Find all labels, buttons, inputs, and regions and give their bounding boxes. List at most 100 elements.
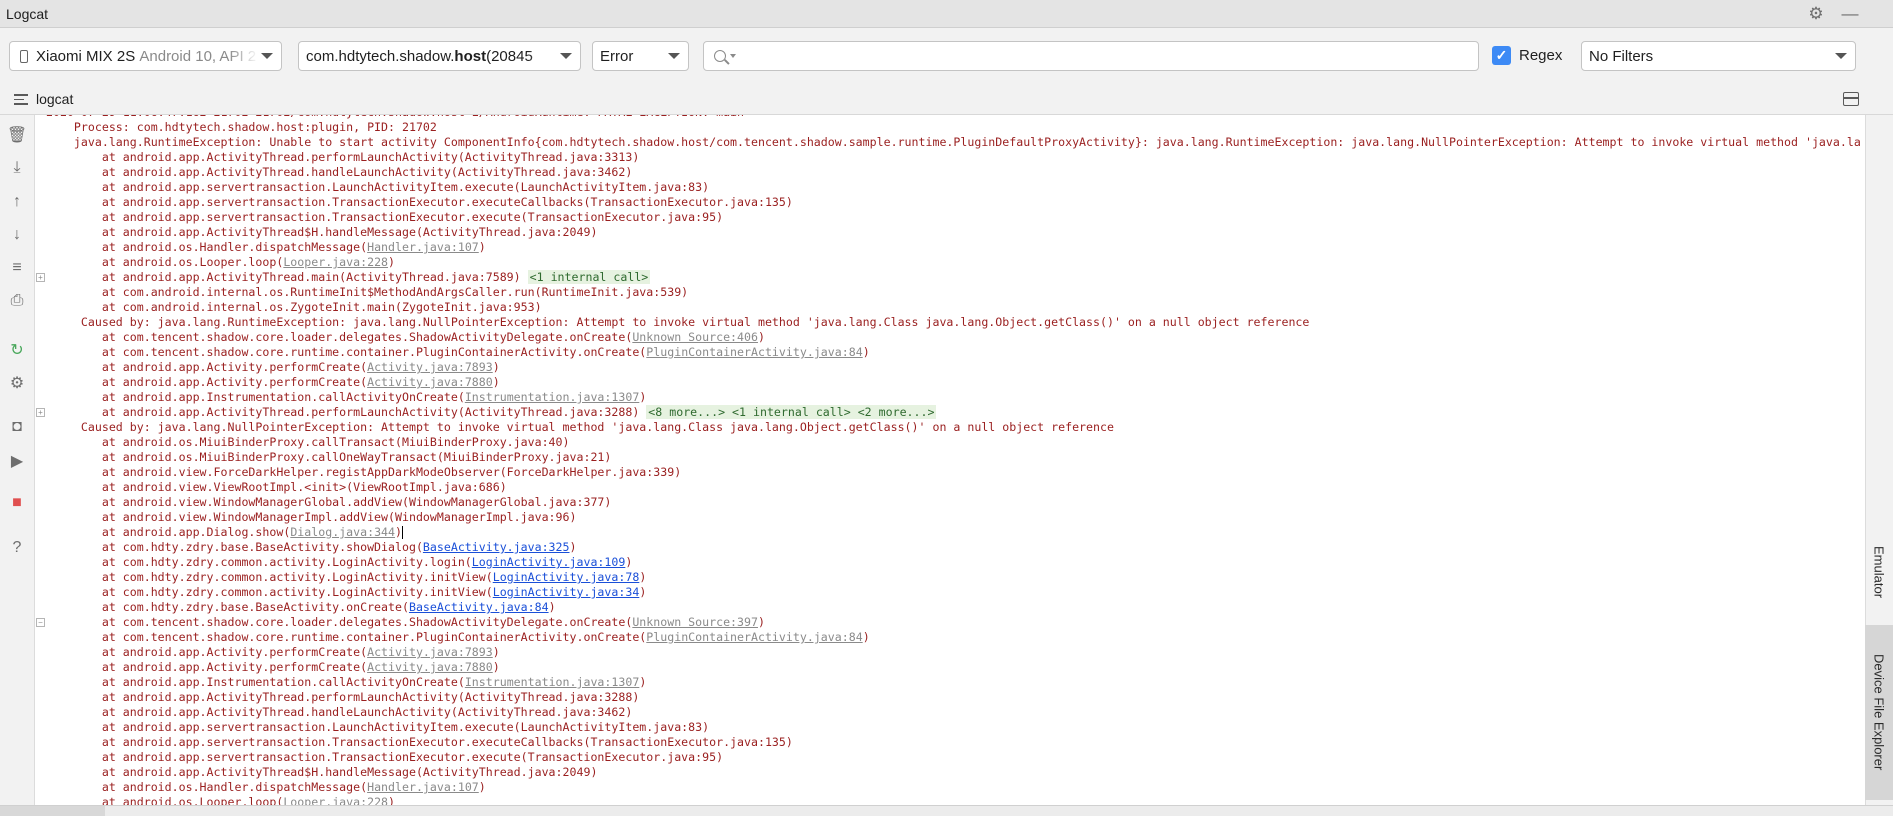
log-text: at com.tencent.shadow.core.runtime.conta… bbox=[46, 345, 647, 359]
log-text: Caused by: java.lang.NullPointerExceptio… bbox=[46, 420, 1114, 434]
log-text: at android.app.servertransaction.Transac… bbox=[46, 195, 793, 209]
log-text: at android.app.ActivityThread$H.handleMe… bbox=[46, 765, 598, 779]
log-text: at android.app.Dialog.show( bbox=[46, 525, 291, 539]
log-line: at com.tencent.shadow.core.runtime.conta… bbox=[46, 345, 870, 360]
search-history-icon[interactable] bbox=[730, 54, 736, 58]
help-icon[interactable]: ? bbox=[7, 538, 27, 558]
log-text: ) bbox=[492, 375, 500, 389]
chevron-down-icon bbox=[1835, 53, 1847, 59]
device-selector[interactable]: Xiaomi MIX 2S Android 10, API 2 bbox=[9, 41, 282, 71]
tab-device-file-explorer-label: Device File Explorer bbox=[1871, 654, 1887, 771]
expand-fold-icon[interactable]: + bbox=[36, 273, 45, 282]
log-output[interactable]: 2020-07-29 11:06:47.162 21702-21702/com.… bbox=[36, 115, 1865, 805]
log-line: at android.app.ActivityThread.main(Activ… bbox=[46, 270, 651, 285]
log-text: ) bbox=[862, 630, 870, 644]
source-link[interactable]: BaseActivity.java:84 bbox=[409, 600, 549, 614]
search-input[interactable] bbox=[703, 41, 1479, 71]
arrow-up-icon[interactable]: ↑ bbox=[7, 192, 27, 212]
regex-label: Regex bbox=[1519, 47, 1563, 64]
log-line: at android.app.Activity.performCreate(Ac… bbox=[46, 645, 500, 660]
log-line: at android.app.ActivityThread$H.handleMe… bbox=[46, 765, 598, 780]
log-text: at com.hdty.zdry.common.activity.LoginAc… bbox=[46, 570, 493, 584]
source-link[interactable]: Dialog.java:344 bbox=[290, 525, 395, 539]
logcat-toolbar: Xiaomi MIX 2S Android 10, API 2 com.hdty… bbox=[0, 28, 1893, 84]
collapsed-frames[interactable]: <8 more...> <1 internal call> <2 more...… bbox=[646, 405, 937, 419]
print-icon[interactable]: ⎙ bbox=[7, 291, 27, 311]
trash-icon[interactable]: 🗑 bbox=[7, 125, 27, 145]
gear-icon[interactable]: ⚙ bbox=[1806, 4, 1826, 24]
expand-fold-icon[interactable]: + bbox=[36, 408, 45, 417]
tab-device-file-explorer[interactable]: Device File Explorer bbox=[1865, 625, 1893, 800]
log-line: at android.app.ActivityThread.performLau… bbox=[46, 150, 639, 165]
log-text: at com.android.internal.os.RuntimeInit$M… bbox=[46, 285, 689, 299]
horizontal-scrollbar[interactable] bbox=[0, 805, 1893, 816]
log-text: 2020-07-29 11:06:47.162 21702-21702/com.… bbox=[46, 115, 744, 119]
minimize-icon[interactable]: — bbox=[1840, 4, 1860, 24]
source-link[interactable]: Activity.java:7893 bbox=[367, 360, 493, 374]
scroll-to-end-icon[interactable]: ⤓ bbox=[7, 158, 27, 178]
source-link[interactable]: Instrumentation.java:1307 bbox=[465, 390, 640, 404]
settings-icon[interactable]: ⚙ bbox=[7, 373, 27, 393]
tab-emulator[interactable]: Emulator bbox=[1865, 525, 1893, 620]
logcat-header: logcat bbox=[0, 84, 1893, 115]
source-link[interactable]: Unknown Source:397 bbox=[632, 615, 758, 629]
source-link[interactable]: Handler.java:107 bbox=[367, 240, 479, 254]
source-link[interactable]: Activity.java:7880 bbox=[367, 660, 493, 674]
log-line: at android.app.Activity.performCreate(Ac… bbox=[46, 360, 500, 375]
log-text: ) bbox=[862, 345, 870, 359]
stop-icon[interactable]: ■ bbox=[7, 493, 27, 513]
source-link[interactable]: PluginContainerActivity.java:84 bbox=[646, 345, 862, 359]
source-link[interactable]: LoginActivity.java:109 bbox=[472, 555, 626, 569]
scrollbar-thumb[interactable] bbox=[0, 806, 105, 816]
video-camera-icon[interactable]: ▶ bbox=[7, 451, 27, 471]
log-line: at android.app.ActivityThread.handleLaun… bbox=[46, 165, 633, 180]
log-text: at android.os.Looper.loop( bbox=[46, 795, 284, 805]
source-link[interactable]: Looper.java:228 bbox=[283, 255, 388, 269]
log-line: at android.app.Activity.performCreate(Ac… bbox=[46, 375, 500, 390]
restart-icon[interactable]: ↻ bbox=[7, 340, 27, 360]
log-text: at android.app.ActivityThread.handleLaun… bbox=[46, 705, 633, 719]
source-link[interactable]: Handler.java:107 bbox=[367, 780, 479, 794]
source-link[interactable]: Unknown Source:406 bbox=[632, 330, 758, 344]
collapse-fold-icon[interactable]: − bbox=[36, 618, 45, 627]
log-level-value: Error bbox=[600, 47, 634, 65]
log-text: ) bbox=[388, 795, 396, 805]
log-line: at com.android.internal.os.ZygoteInit.ma… bbox=[46, 300, 542, 315]
log-text: at com.tencent.shadow.core.loader.delega… bbox=[46, 330, 633, 344]
layout-icon[interactable] bbox=[1843, 92, 1859, 106]
source-link[interactable]: Instrumentation.java:1307 bbox=[465, 675, 640, 689]
source-link[interactable]: BaseActivity.java:325 bbox=[423, 540, 570, 554]
logcat-label: logcat bbox=[36, 91, 74, 107]
arrow-down-icon[interactable]: ↓ bbox=[7, 225, 27, 245]
source-link[interactable]: Activity.java:7893 bbox=[367, 645, 493, 659]
log-text: at com.hdty.zdry.common.activity.LoginAc… bbox=[46, 585, 493, 599]
regex-checkbox[interactable]: ✓ bbox=[1492, 46, 1511, 65]
log-line: at android.app.servertransaction.LaunchA… bbox=[46, 720, 709, 735]
log-line: at com.tencent.shadow.core.loader.delega… bbox=[46, 615, 765, 630]
log-level-selector[interactable]: Error bbox=[592, 41, 689, 71]
log-text: java.lang.RuntimeException: Unable to st… bbox=[46, 135, 1861, 149]
log-text: at android.view.ForceDarkHelper.registAp… bbox=[46, 465, 682, 479]
source-link[interactable]: LoginActivity.java:78 bbox=[493, 570, 640, 584]
menu-icon[interactable] bbox=[14, 94, 28, 105]
log-line: at com.hdty.zdry.base.BaseActivity.onCre… bbox=[46, 600, 556, 615]
process-selector[interactable]: com.hdtytech.shadow. host (20845 bbox=[298, 41, 581, 71]
source-link[interactable]: LoginActivity.java:34 bbox=[493, 585, 640, 599]
log-text: at android.app.ActivityThread.main(Activ… bbox=[46, 270, 528, 284]
source-link[interactable]: Activity.java:7880 bbox=[367, 375, 493, 389]
left-toolbar: 🗑 ⤓ ↑ ↓ ≡ ⎙ ↻ ⚙ ◘ ▶ ■ ? bbox=[0, 115, 35, 805]
log-line: at android.app.ActivityThread.handleLaun… bbox=[46, 705, 633, 720]
filter-selector[interactable]: No Filters bbox=[1581, 41, 1856, 71]
log-text: at android.app.servertransaction.Transac… bbox=[46, 750, 724, 764]
log-line: at android.os.Handler.dispatchMessage(Ha… bbox=[46, 240, 486, 255]
log-text: at android.app.servertransaction.Transac… bbox=[46, 735, 793, 749]
source-link[interactable]: PluginContainerActivity.java:84 bbox=[646, 630, 862, 644]
log-line: at android.os.MiuiBinderProxy.callOneWay… bbox=[46, 450, 612, 465]
log-text: ) bbox=[478, 240, 486, 254]
source-link[interactable]: Looper.java:228 bbox=[283, 795, 388, 805]
collapsed-frames[interactable]: <1 internal call> bbox=[527, 270, 651, 284]
log-line: at android.view.WindowManagerGlobal.addV… bbox=[46, 495, 612, 510]
log-text: at android.app.Activity.performCreate( bbox=[46, 645, 368, 659]
camera-icon[interactable]: ◘ bbox=[7, 417, 27, 437]
soft-wrap-icon[interactable]: ≡ bbox=[7, 258, 27, 278]
